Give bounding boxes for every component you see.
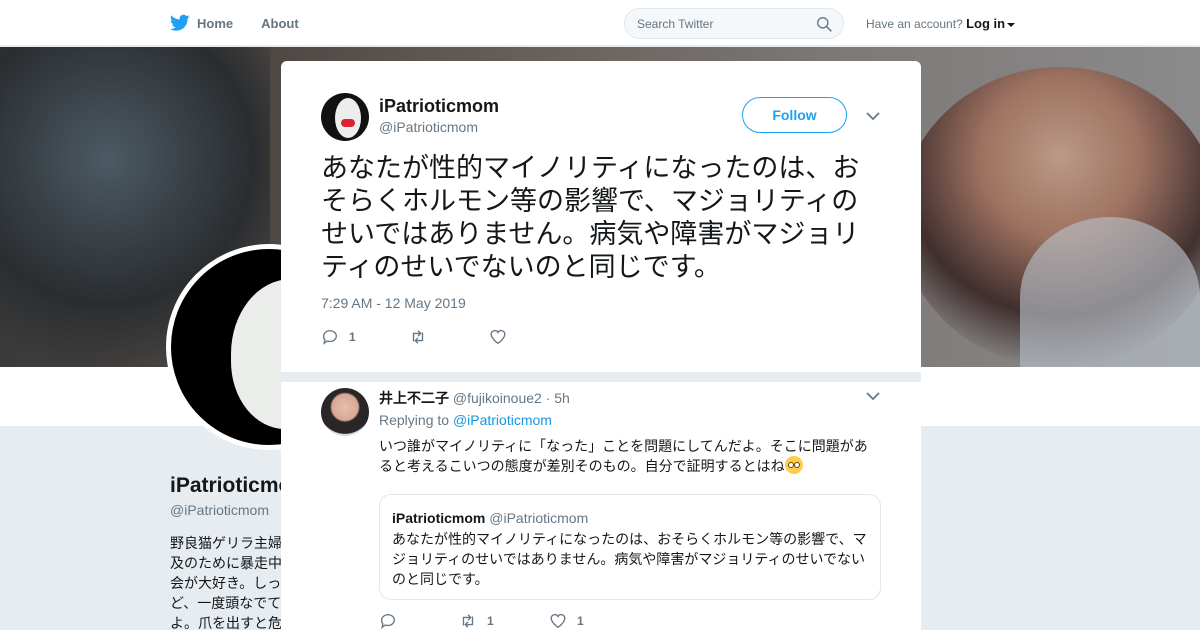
top-navigation-bar: Home About Search Twitter Have an accoun… bbox=[0, 0, 1200, 46]
quoted-author-line: iPatrioticmom @iPatrioticmom bbox=[392, 510, 588, 526]
have-account-text: Have an account? bbox=[866, 17, 963, 31]
tweet-text: あなたが性的マイノリティになったのは、おそらくホルモン等の影響で、マジョリティの… bbox=[321, 153, 860, 282]
retweet-icon bbox=[412, 330, 424, 344]
reply-author-name[interactable]: 井上不二子 bbox=[379, 390, 449, 406]
heart-icon bbox=[550, 613, 566, 629]
tweet-author-handle[interactable]: @iPatrioticmom bbox=[379, 119, 478, 135]
reply-text-block: いつ誰がマイノリティに「なった」ことを問題にしてんだよ。そこに問題があると考える… bbox=[379, 436, 879, 476]
search-input[interactable]: Search Twitter bbox=[624, 8, 844, 39]
nav-about-link[interactable]: About bbox=[261, 16, 299, 31]
chevron-down-icon[interactable] bbox=[866, 111, 880, 121]
profile-handle: @iPatrioticmom bbox=[170, 502, 270, 518]
quoted-author-handle: @iPatrioticmom bbox=[489, 510, 589, 526]
reply-icon bbox=[381, 614, 395, 629]
search-placeholder: Search Twitter bbox=[637, 17, 714, 31]
rolling-eyes-emoji-icon bbox=[784, 456, 803, 474]
tweet-author-name[interactable]: iPatrioticmom bbox=[379, 96, 499, 117]
retweet-button[interactable] bbox=[409, 328, 489, 346]
login-link[interactable]: Log in bbox=[966, 16, 1005, 31]
retweet-icon bbox=[462, 614, 474, 628]
divider bbox=[281, 372, 921, 382]
reply-author-line: 井上不二子 @fujikoinoue2 · 5h bbox=[379, 388, 570, 408]
search-icon[interactable] bbox=[816, 16, 833, 33]
replying-to-link[interactable]: @iPatrioticmom bbox=[453, 412, 552, 428]
replying-prefix: Replying to bbox=[379, 412, 450, 428]
replying-to-line: Replying to @iPatrioticmom bbox=[379, 412, 552, 428]
heart-icon bbox=[490, 329, 506, 345]
reply-button[interactable] bbox=[379, 612, 459, 630]
reply-author-avatar[interactable] bbox=[321, 388, 369, 436]
retweet-button[interactable]: 1 bbox=[459, 612, 549, 630]
quoted-tweet-text: あなたが性的マイノリティになったのは、おそらくホルモン等の影響で、マジョリティの… bbox=[392, 531, 867, 587]
reply-author-handle[interactable]: @fujikoinoue2 bbox=[453, 390, 542, 406]
retweet-count: 1 bbox=[487, 614, 494, 628]
reply-icon bbox=[323, 330, 337, 345]
reply-time[interactable]: · 5h bbox=[546, 390, 570, 406]
twitter-bird-icon[interactable] bbox=[170, 14, 190, 32]
chevron-down-icon[interactable] bbox=[866, 391, 880, 401]
tweet-modal: iPatrioticmom @iPatrioticmom Follow あなたが… bbox=[281, 61, 921, 630]
like-count: 1 bbox=[577, 614, 584, 628]
like-button[interactable]: 1 bbox=[549, 612, 584, 630]
tweet-actions: 1 bbox=[321, 327, 507, 347]
follow-button[interactable]: Follow bbox=[742, 97, 847, 133]
quoted-tweet[interactable]: iPatrioticmom @iPatrioticmom あなたが性的マイノリテ… bbox=[379, 494, 881, 600]
account-area: Have an account? Log in bbox=[866, 16, 1016, 31]
close-icon[interactable] bbox=[1157, 14, 1175, 32]
tweet-author-avatar[interactable] bbox=[321, 93, 369, 141]
tweet-timestamp[interactable]: 7:29 AM - 12 May 2019 bbox=[321, 295, 466, 311]
reply-button[interactable]: 1 bbox=[321, 328, 409, 346]
nav-home-link[interactable]: Home bbox=[197, 16, 233, 31]
like-button[interactable] bbox=[489, 328, 507, 346]
reply-count: 1 bbox=[349, 330, 356, 344]
reply-tweet-actions: 1 1 bbox=[379, 612, 584, 630]
quoted-author-name: iPatrioticmom bbox=[392, 510, 486, 526]
chevron-down-icon[interactable] bbox=[1007, 22, 1016, 27]
